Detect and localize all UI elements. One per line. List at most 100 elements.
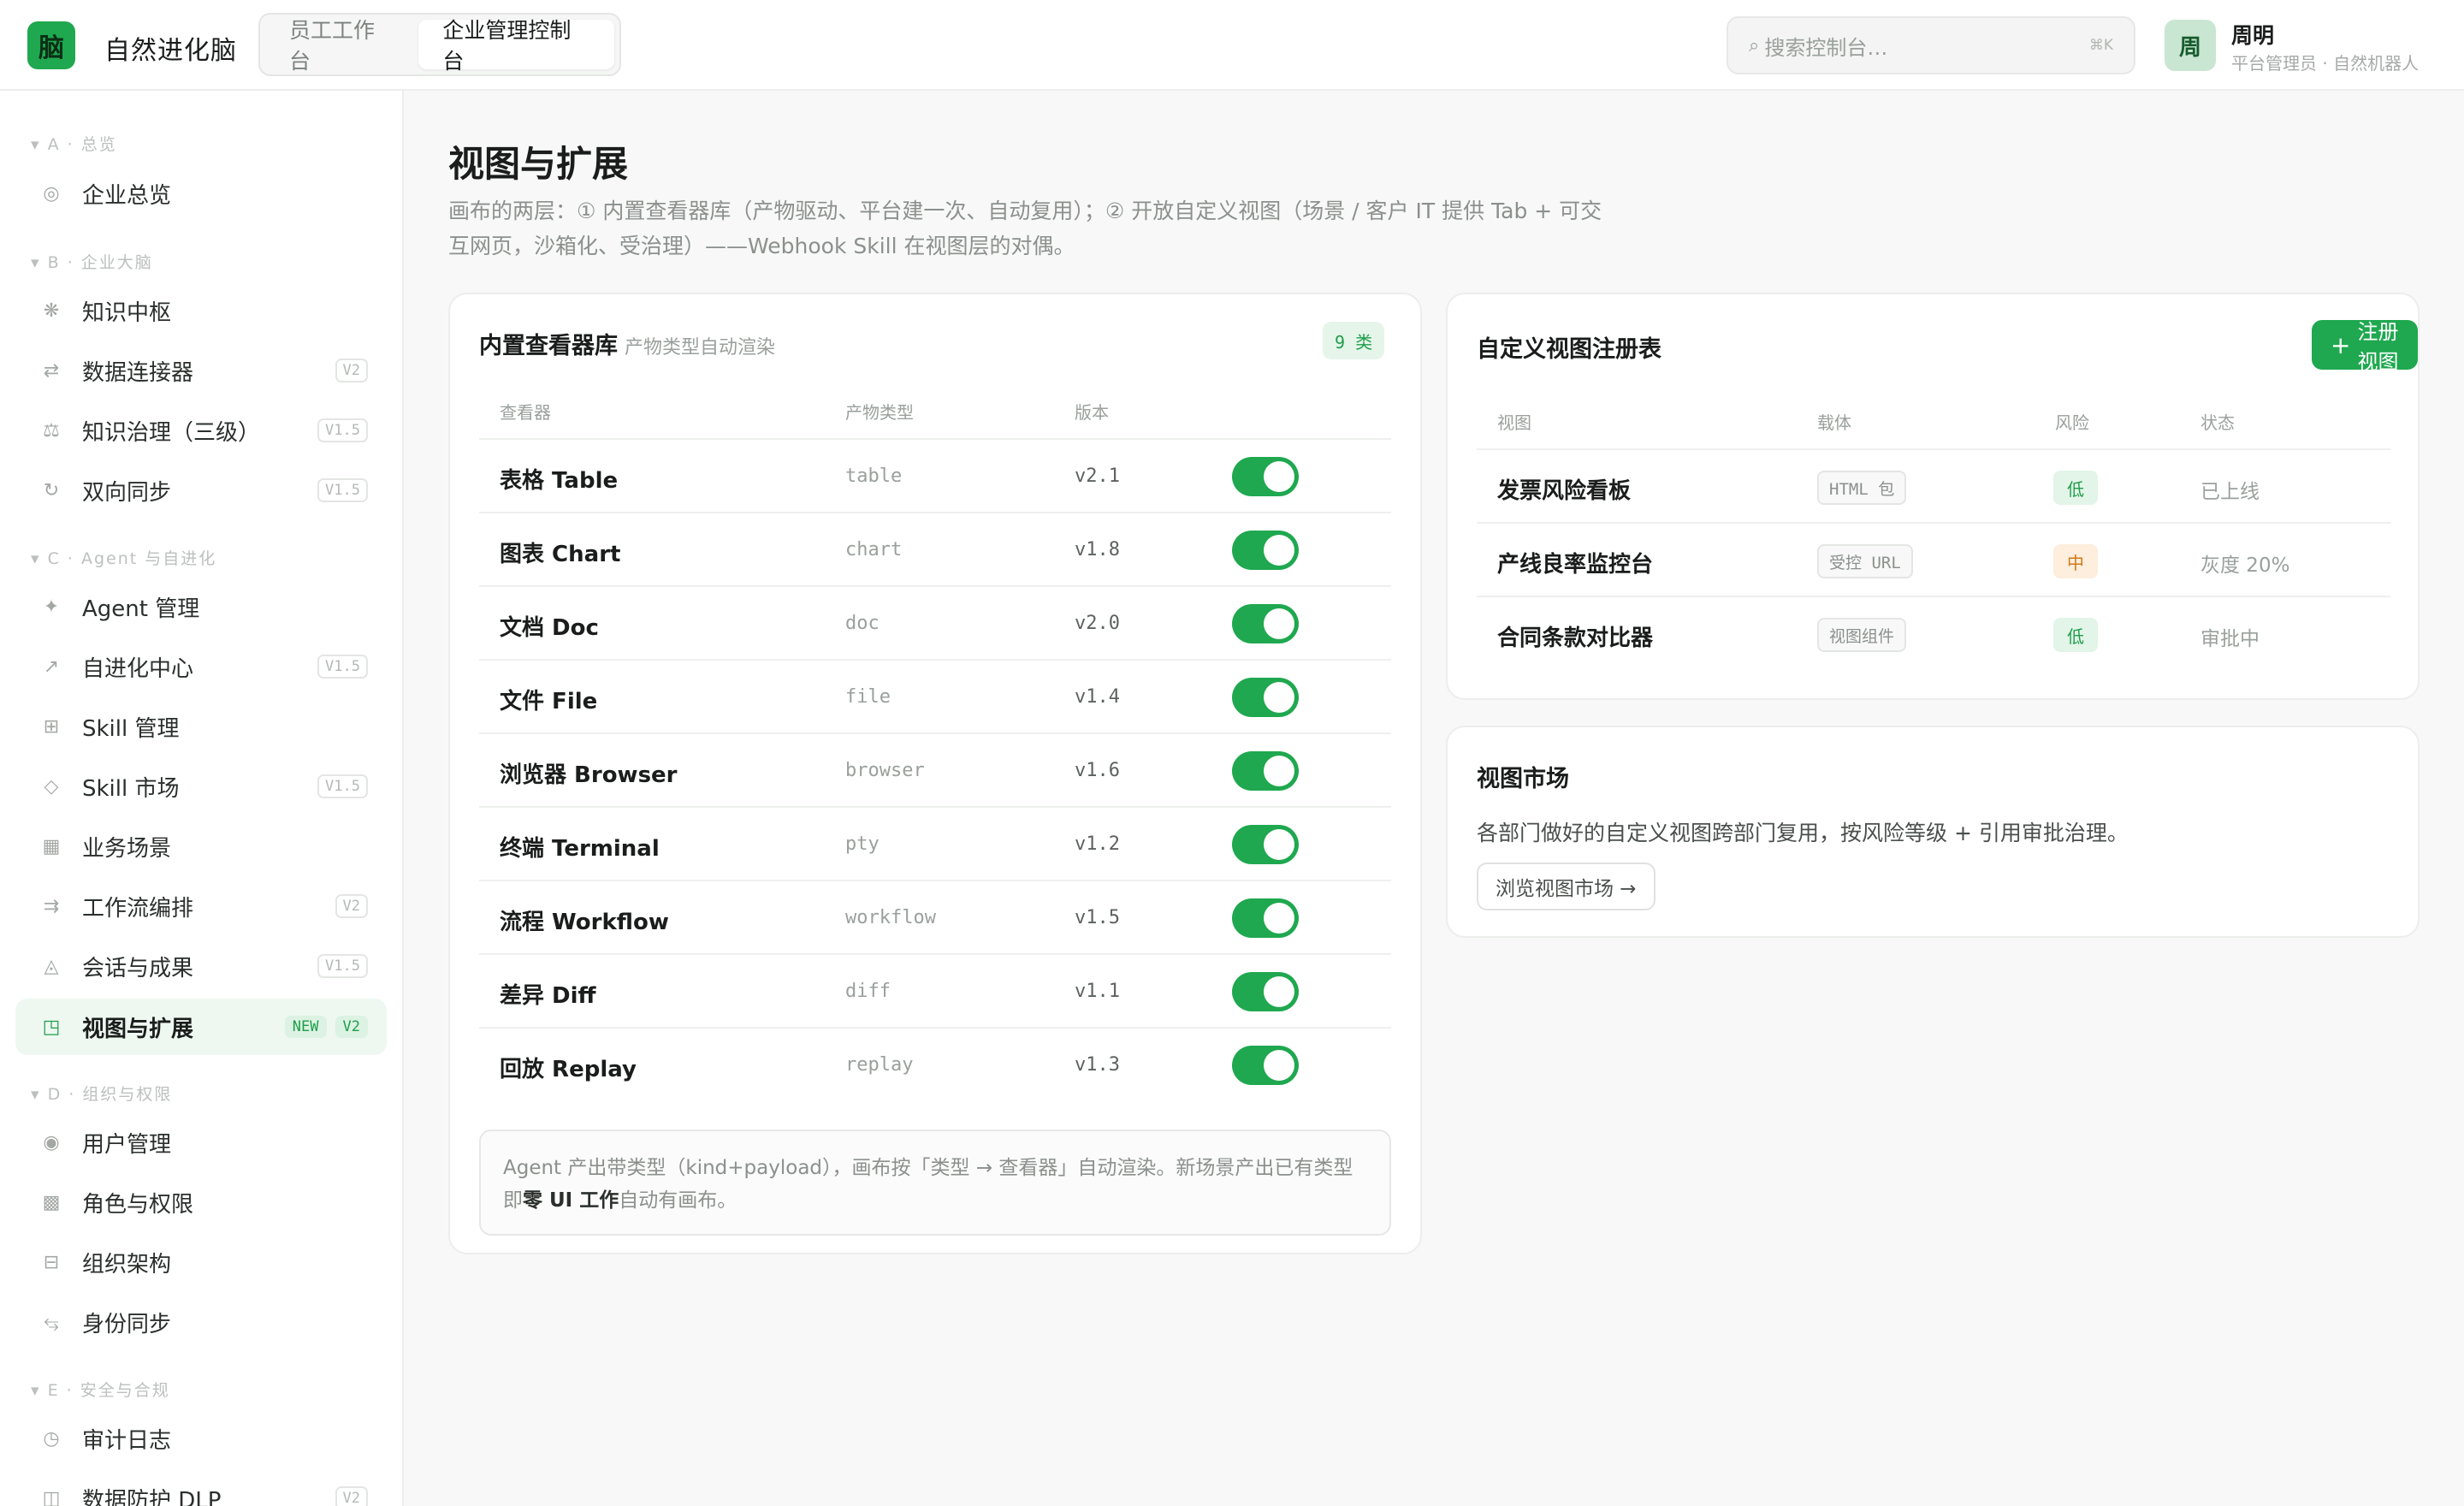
overview-icon: ◎: [43, 182, 60, 205]
sidebar-group-org[interactable]: ▾ D · 组织与权限: [31, 1082, 172, 1105]
sidebar-item-business-scenarios[interactable]: ▦ 业务场景: [15, 818, 387, 875]
table-row: 文件 File file v1.4: [479, 659, 1391, 732]
table-row[interactable]: 产线良率监控台 受控 URL 中 灰度 20%: [1477, 522, 2390, 596]
sidebar-item-label: 自进化中心: [82, 655, 194, 682]
sidebar-group-brain[interactable]: ▾ B · 企业大脑: [31, 250, 153, 273]
search-placeholder: 搜索控制台…: [1764, 35, 1888, 60]
viewer-name: 文件 File: [500, 689, 598, 714]
carrier-chip: 受控 URL: [1817, 544, 1913, 578]
sidebar-item-knowledge-hub[interactable]: ❋ 知识中枢: [15, 282, 387, 339]
sidebar-group-agent[interactable]: ▾ C · Agent 与自进化: [31, 546, 216, 569]
sidebar-item-audit-log[interactable]: ◷ 审计日志: [15, 1410, 387, 1467]
tab-employee-workspace[interactable]: 员工工作台: [265, 18, 418, 74]
version-tag: V2: [335, 1016, 368, 1038]
viewer-toggle[interactable]: [1232, 751, 1299, 791]
column-header-status: 状态: [2200, 412, 2235, 433]
column-header-risk: 风险: [2055, 412, 2089, 433]
avatar[interactable]: 周: [2165, 20, 2216, 71]
sidebar-item-dlp[interactable]: ◫ 数据防护 DLP V2: [15, 1470, 387, 1506]
viewer-library-subtitle: 产物类型自动渲染: [625, 337, 776, 359]
sync-icon: ↻: [43, 479, 60, 501]
sidebar-item-label: 身份同步: [82, 1311, 172, 1337]
search-icon: ⌕: [1749, 34, 1760, 56]
carrier-chip: HTML 包: [1817, 471, 1907, 505]
viewer-toggle[interactable]: [1232, 678, 1299, 717]
sidebar-item-agent-management[interactable]: ✦ Agent 管理: [15, 578, 387, 635]
brain-logo-icon[interactable]: 脑: [27, 21, 75, 69]
sidebar-item-data-connectors[interactable]: ⇄ 数据连接器 V2: [15, 342, 387, 399]
risk-badge: 低: [2053, 618, 2098, 652]
sidebar-item-workflow-orchestration[interactable]: ⇉ 工作流编排 V2: [15, 878, 387, 934]
viewer-toggle[interactable]: [1232, 457, 1299, 496]
knowledge-icon: ❋: [43, 299, 60, 322]
view-name: 产线良率监控台: [1497, 552, 1654, 578]
view-name: 合同条款对比器: [1497, 626, 1654, 651]
workflow-icon: ⇉: [43, 895, 60, 917]
sidebar-item-org-structure[interactable]: ⊟ 组织架构: [15, 1234, 387, 1290]
viewer-version: v2.0: [1075, 613, 1120, 634]
page-description: 画布的两层：① 内置查看器库（产物驱动、平台建一次、自动复用）；② 开放自定义视…: [448, 199, 1602, 258]
diamond-icon: ◇: [44, 775, 59, 797]
sidebar-item-identity-sync[interactable]: ⥃ 身份同步: [15, 1294, 387, 1350]
version-tag: V1.5: [317, 478, 368, 502]
sidebar-item-sessions-results[interactable]: ◬ 会话与成果 V1.5: [15, 938, 387, 994]
sidebar-group-overview[interactable]: ▾ A · 总览: [31, 132, 117, 155]
viewer-library-title: 内置查看器库 产物类型自动渲染: [479, 327, 775, 360]
sidebar-item-label: 工作流编排: [82, 895, 194, 922]
version-tag: V2: [335, 894, 368, 918]
viewer-kind: replay: [845, 1054, 914, 1076]
viewer-kind: table: [845, 465, 903, 487]
sidebar-group-security[interactable]: ▾ E · 安全与合规: [31, 1378, 170, 1401]
note-emphasis: 零 UI 工作: [523, 1189, 619, 1212]
new-badge: NEW: [284, 1016, 327, 1038]
viewer-toggle[interactable]: [1232, 604, 1299, 643]
view-name: 发票风险看板: [1497, 478, 1632, 504]
table-row: 文档 Doc doc v2.0: [479, 585, 1391, 659]
sidebar-item-two-way-sync[interactable]: ↻ 双向同步 V1.5: [15, 462, 387, 519]
viewer-count-badge: 9 类: [1323, 322, 1385, 359]
risk-badge: 低: [2053, 471, 2098, 505]
viewer-toggle[interactable]: [1232, 825, 1299, 864]
sidebar-item-label: 视图与扩展: [82, 1016, 194, 1042]
version-tag: V1.5: [317, 954, 368, 978]
sidebar-item-user-management[interactable]: ◉ 用户管理: [15, 1114, 387, 1171]
shield-icon: ◫: [42, 1487, 61, 1506]
viewer-library-note: Agent 产出带类型（kind+payload），画布按「类型 → 查看器」自…: [479, 1130, 1391, 1236]
sidebar-item-skill-market[interactable]: ◇ Skill 市场 V1.5: [15, 758, 387, 815]
version-tag: V2: [335, 1486, 368, 1506]
sidebar-item-label: 业务场景: [82, 835, 172, 862]
sidebar-item-label: 数据连接器: [82, 359, 194, 386]
sidebar-item-enterprise-overview[interactable]: ◎ 企业总览: [15, 165, 387, 222]
table-row: 差异 Diff diff v1.1: [479, 953, 1391, 1027]
table-row[interactable]: 合同条款对比器 视图组件 低 审批中: [1477, 596, 2390, 669]
sparkle-icon: ✦: [43, 596, 60, 618]
status-text: 审批中: [2200, 628, 2260, 650]
viewer-toggle[interactable]: [1232, 972, 1299, 1011]
viewer-toggle[interactable]: [1232, 1046, 1299, 1085]
status-text: 灰度 20%: [2200, 554, 2290, 577]
sidebar-item-label: 知识中枢: [82, 299, 172, 326]
search-input[interactable]: ⌕ 搜索控制台… ⌘K: [1727, 16, 2135, 74]
note-text-end: 自动有画布。: [619, 1189, 737, 1212]
sidebar-item-self-evolution[interactable]: ↗ 自进化中心 V1.5: [15, 638, 387, 695]
tab-admin-console[interactable]: 企业管理控制台: [418, 18, 614, 74]
sidebar-item-roles-permissions[interactable]: ▩ 角色与权限: [15, 1174, 387, 1230]
sidebar-item-knowledge-governance[interactable]: ⚖ 知识治理（三级） V1.5: [15, 402, 387, 459]
user-name[interactable]: 周明: [2231, 19, 2274, 50]
market-description: 各部门做好的自定义视图跨部门复用，按风险等级 + 引用审批治理。: [1477, 821, 2129, 845]
browse-market-button[interactable]: 浏览视图市场 →: [1477, 863, 1656, 910]
viewer-kind: chart: [845, 539, 903, 560]
version-tag: V1.5: [317, 655, 368, 679]
sidebar-item-skill-management[interactable]: ⊞ Skill 管理: [15, 698, 387, 755]
role-icon: ▩: [42, 1191, 61, 1213]
table-row[interactable]: 发票风险看板 HTML 包 低 已上线: [1477, 448, 2390, 522]
viewer-toggle[interactable]: [1232, 531, 1299, 570]
status-text: 已上线: [2200, 481, 2260, 503]
column-header-kind: 产物类型: [845, 402, 914, 423]
mode-switch: 员工工作台 企业管理控制台: [258, 13, 621, 76]
sidebar-item-views-extensions[interactable]: ◳ 视图与扩展 NEW V2: [15, 999, 387, 1055]
viewer-version: v1.1: [1075, 981, 1120, 1002]
register-view-button[interactable]: + 注册视图: [2312, 320, 2418, 374]
viewer-toggle[interactable]: [1232, 898, 1299, 938]
sidebar-item-label: 双向同步: [82, 479, 172, 506]
